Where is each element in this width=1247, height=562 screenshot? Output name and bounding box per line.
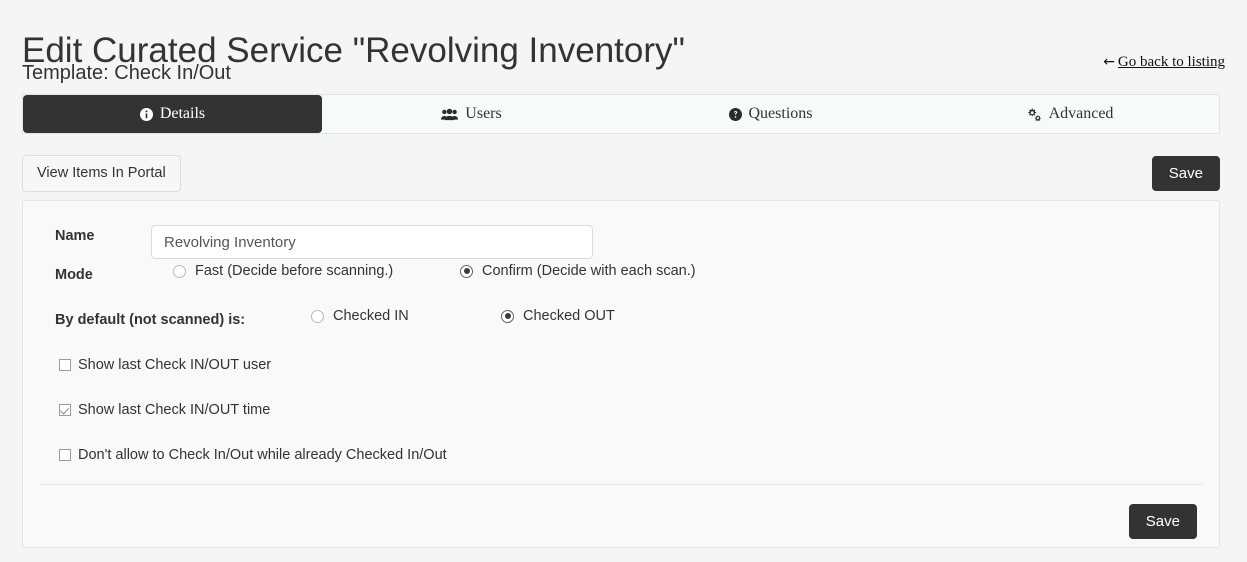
checkbox-show-last-user-label: Show last Check IN/OUT user [78, 357, 271, 373]
checkbox-disallow-duplicate-label: Don't allow to Check In/Out while alread… [78, 447, 447, 463]
users-group-icon [441, 108, 458, 121]
tab-users[interactable]: Users [322, 95, 621, 133]
details-form-panel: Name Mode Fast (Decide before scanning.)… [22, 200, 1220, 548]
tab-advanced-label: Advanced [1049, 105, 1114, 123]
tab-details[interactable]: Details [23, 95, 322, 133]
default-option-checked-in-label: Checked IN [333, 308, 409, 324]
template-subtitle: Template: Check In/Out [22, 59, 231, 87]
tab-bar: Details Users [22, 94, 1220, 134]
default-option-checked-in[interactable]: Checked IN [311, 308, 409, 324]
mode-row: Mode Fast (Decide before scanning.) Conf… [23, 263, 1219, 289]
checkbox-show-last-time[interactable] [59, 404, 71, 416]
mode-option-fast-label: Fast (Decide before scanning.) [195, 263, 393, 279]
name-input[interactable] [151, 225, 593, 259]
tab-questions-label: Questions [749, 105, 813, 123]
tab-questions[interactable]: Questions [621, 95, 920, 133]
default-state-row: By default (not scanned) is: Checked IN … [23, 308, 1219, 334]
checkbox-row-show-last-time[interactable]: Show last Check IN/OUT time [59, 402, 270, 418]
name-label: Name [55, 228, 95, 244]
mode-option-fast[interactable]: Fast (Decide before scanning.) [173, 263, 393, 279]
info-circle-icon [140, 108, 153, 121]
gears-icon [1026, 108, 1042, 121]
go-back-link-label[interactable]: Go back to listing [1118, 54, 1225, 70]
tab-advanced[interactable]: Advanced [920, 95, 1219, 133]
default-option-checked-out[interactable]: Checked OUT [501, 308, 615, 324]
question-circle-icon [729, 108, 742, 121]
checkbox-row-show-last-user[interactable]: Show last Check IN/OUT user [59, 357, 271, 373]
save-button-bottom[interactable]: Save [1129, 504, 1197, 539]
default-option-checked-out-label: Checked OUT [523, 308, 615, 324]
radio-confirm[interactable] [460, 265, 473, 278]
tab-details-label: Details [160, 105, 205, 123]
name-row: Name [23, 213, 1219, 249]
tab-users-label: Users [465, 105, 501, 123]
radio-fast[interactable] [173, 265, 186, 278]
view-items-in-portal-button[interactable]: View Items In Portal [22, 155, 181, 192]
mode-label: Mode [55, 267, 93, 283]
radio-checked-in[interactable] [311, 310, 324, 323]
mode-option-confirm[interactable]: Confirm (Decide with each scan.) [460, 263, 696, 279]
arrow-left-icon: ← [1103, 54, 1115, 70]
go-back-to-listing[interactable]: ←Go back to listing [1103, 52, 1225, 72]
page-root: Edit Curated Service "Revolving Inventor… [0, 0, 1247, 562]
checkbox-row-disallow-duplicate[interactable]: Don't allow to Check In/Out while alread… [59, 447, 447, 463]
radio-checked-out[interactable] [501, 310, 514, 323]
checkbox-disallow-duplicate[interactable] [59, 449, 71, 461]
form-divider [41, 484, 1203, 485]
default-state-label: By default (not scanned) is: [55, 312, 245, 328]
save-button-top[interactable]: Save [1152, 156, 1220, 191]
mode-option-confirm-label: Confirm (Decide with each scan.) [482, 263, 696, 279]
checkbox-show-last-user[interactable] [59, 359, 71, 371]
toolbar: View Items In Portal Save [22, 155, 1220, 193]
checkbox-show-last-time-label: Show last Check IN/OUT time [78, 402, 270, 418]
